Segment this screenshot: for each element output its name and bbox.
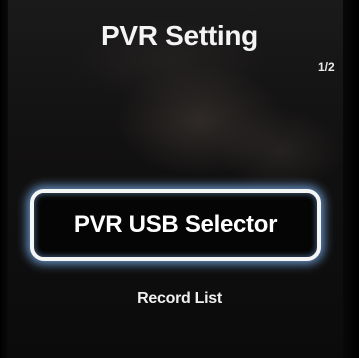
page-title: PVR Setting (101, 20, 258, 51)
menu-item-label: PVR USB Selector (73, 211, 278, 238)
page-indicator: 1/2 (318, 60, 335, 74)
tv-menu-screen: PVR Setting 1/2 PVR USB Selector Record … (0, 0, 359, 358)
menu-item-pvr-usb-selector[interactable]: PVR USB Selector (30, 189, 321, 261)
menu-item-record-list[interactable]: Record List (0, 290, 359, 308)
